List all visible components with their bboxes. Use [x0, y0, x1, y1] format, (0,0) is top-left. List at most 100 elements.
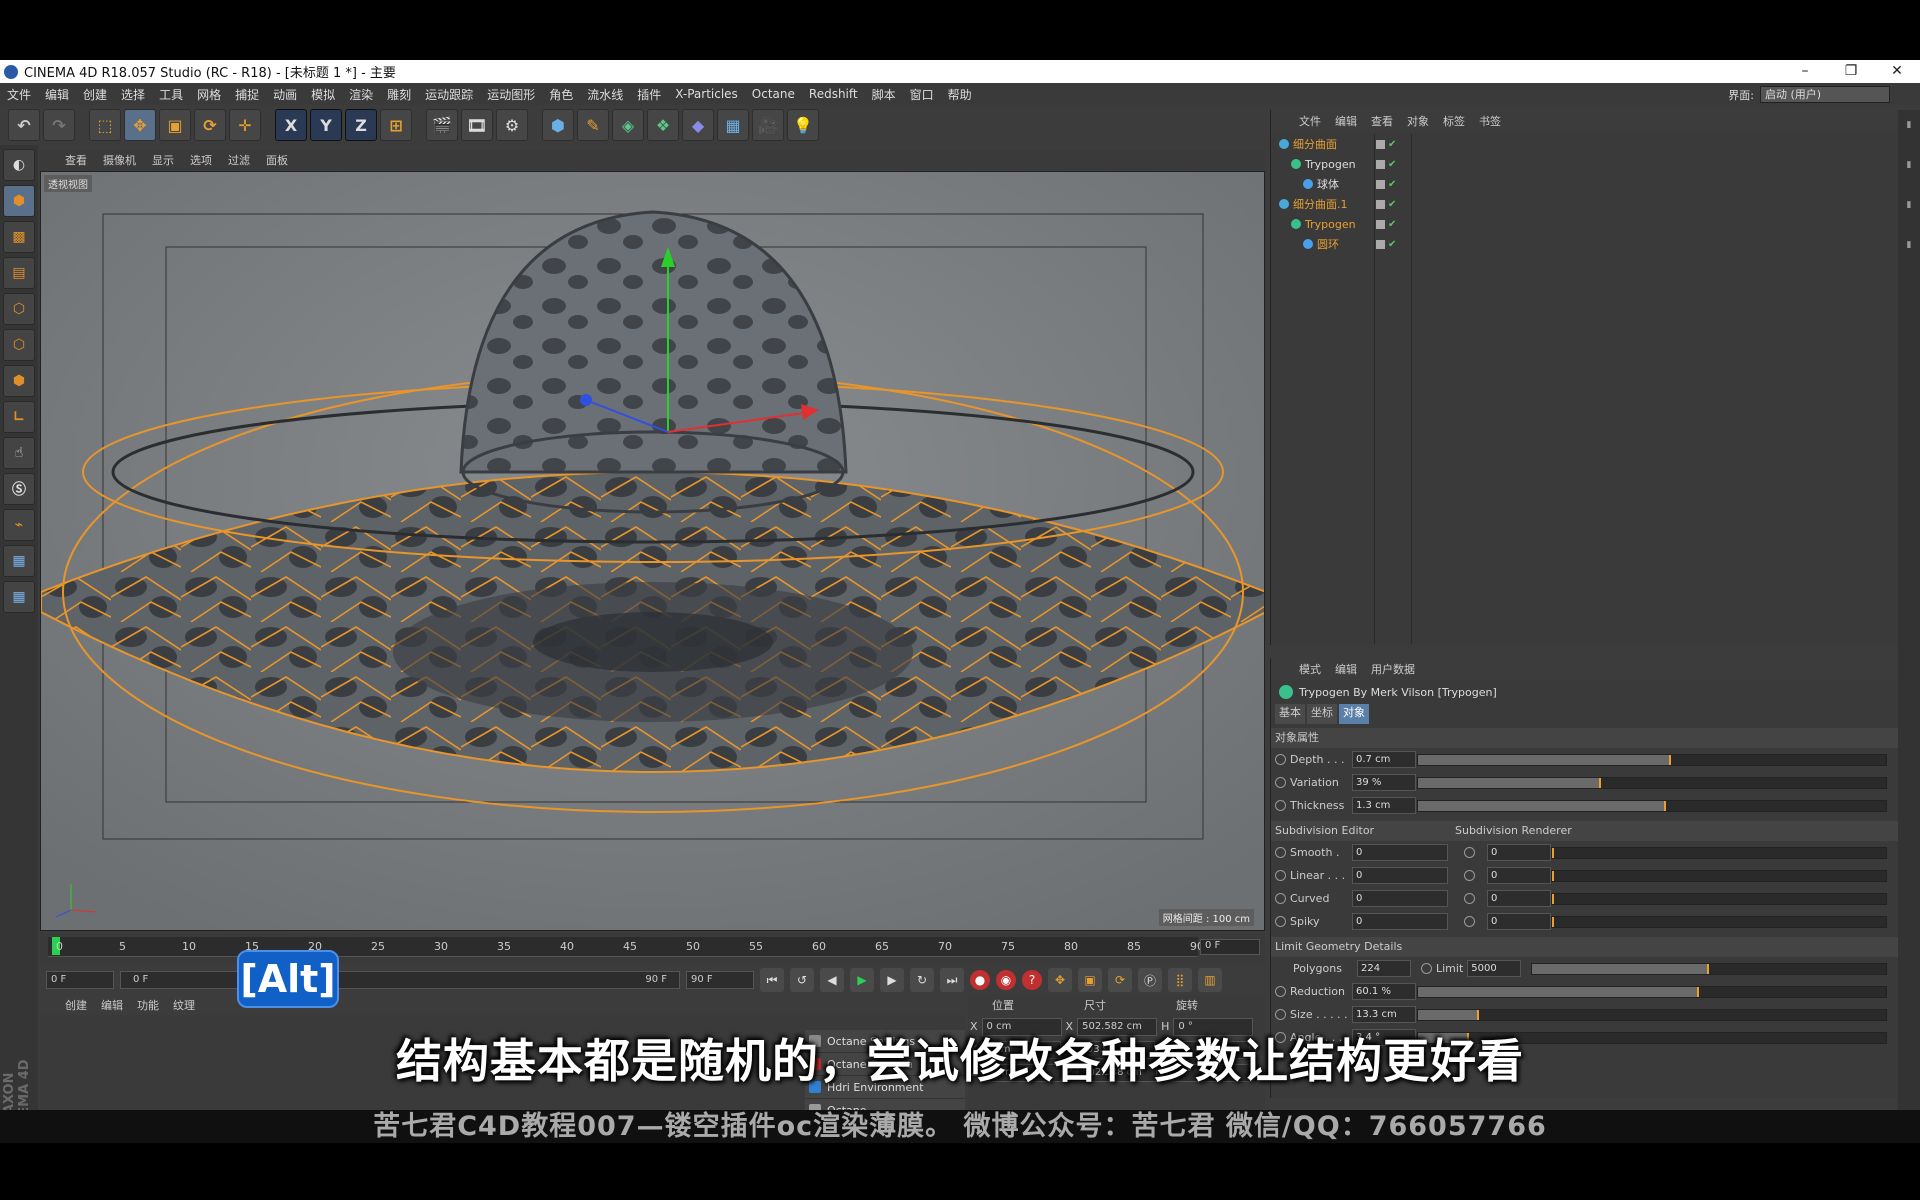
param-slider[interactable] — [1417, 799, 1887, 812]
object-row[interactable]: 圆环 ✔ — [1271, 234, 1899, 254]
subdivision-editor-field[interactable]: 0 — [1352, 913, 1448, 930]
edges-mode-icon[interactable]: ⬡ — [3, 329, 35, 361]
menu-item[interactable]: Octane — [745, 87, 802, 101]
param-radio[interactable] — [1275, 916, 1286, 927]
subdivision-slider[interactable] — [1551, 846, 1887, 859]
menu-item[interactable]: 动画 — [266, 86, 304, 103]
polygons-mode-icon[interactable]: ⬢ — [3, 365, 35, 397]
perspective-viewport[interactable]: 透视视图 网格间距 : 100 cm — [40, 171, 1265, 931]
subdivision-editor-field[interactable]: 0 — [1352, 844, 1448, 861]
menu-item[interactable]: 文件 — [0, 86, 38, 103]
attribute-tab[interactable]: 基本 — [1275, 704, 1305, 724]
visibility-icon[interactable] — [1376, 139, 1385, 149]
material-menu-item[interactable]: 编辑 — [101, 997, 123, 1013]
key-pla-icon[interactable]: ⣿ — [1168, 968, 1192, 992]
viewport-menu-item[interactable]: 摄像机 — [103, 152, 136, 168]
object-menu-item[interactable]: 查看 — [1371, 113, 1393, 129]
range-slider[interactable]: 0 F 90 F — [120, 971, 680, 989]
prev-frame-icon[interactable]: ◀ — [820, 968, 844, 992]
layout-dropdown[interactable]: 启动 (用户) — [1760, 86, 1890, 103]
viewport-menu-item[interactable]: 查看 — [65, 152, 87, 168]
visibility-icon[interactable] — [1376, 179, 1385, 189]
workplane-icon[interactable]: ▤ — [3, 257, 35, 289]
material-menu-item[interactable]: 纹理 — [173, 997, 195, 1013]
points-mode-icon[interactable]: ⬡ — [3, 293, 35, 325]
subdivision-renderer-field[interactable]: 0 — [1487, 867, 1551, 884]
tweak-mode-icon[interactable]: ☝ — [3, 437, 35, 469]
attribute-menu-item[interactable]: 模式 — [1299, 661, 1321, 677]
go-start-icon[interactable]: ⏮ — [760, 968, 784, 992]
planar-workplane-icon[interactable]: ▦ — [3, 581, 35, 613]
viewport-menu-item[interactable]: 面板 — [266, 152, 288, 168]
limit-field[interactable]: 5000 — [1467, 960, 1522, 977]
prev-key-icon[interactable]: ↺ — [790, 968, 814, 992]
solo-icon[interactable]: Ⓢ — [3, 473, 35, 505]
object-row[interactable]: Trypogen ✔ — [1271, 154, 1899, 174]
redo-icon[interactable]: ↷ — [43, 109, 75, 141]
camera-icon[interactable]: 🎥 — [752, 109, 784, 141]
minimize-button[interactable]: – — [1782, 60, 1828, 83]
subdivision-slider[interactable] — [1551, 869, 1887, 882]
material-menu-item[interactable]: 功能 — [137, 997, 159, 1013]
pen-icon[interactable]: ✎ — [577, 109, 609, 141]
subdivision-editor-field[interactable]: 0 — [1352, 890, 1448, 907]
key-position-icon[interactable]: ✥ — [1048, 968, 1072, 992]
param-radio[interactable] — [1275, 1009, 1286, 1020]
side-tab[interactable]: ▮ — [1907, 160, 1912, 170]
record-icon[interactable]: ● — [970, 970, 990, 990]
menu-item[interactable]: 编辑 — [38, 86, 76, 103]
enabled-check-icon[interactable]: ✔ — [1388, 239, 1396, 250]
menu-item[interactable]: 网格 — [190, 86, 228, 103]
visibility-icon[interactable] — [1376, 219, 1385, 229]
move-last-tool-icon[interactable]: ✛ — [229, 109, 261, 141]
select-tool-icon[interactable]: ⬚ — [89, 109, 121, 141]
attribute-tab[interactable]: 对象 — [1339, 704, 1369, 724]
object-tree[interactable]: 细分曲面 ✔ Trypogen ✔ 球体 ✔ 细分曲面.1 ✔ Trypogen ✔ 圆环 ✔ — [1271, 134, 1899, 644]
undo-icon[interactable]: ↶ — [8, 109, 40, 141]
cube-icon[interactable]: ⬢ — [542, 109, 574, 141]
param-field[interactable]: 1.3 cm — [1352, 797, 1416, 814]
menu-item[interactable]: 角色 — [542, 86, 580, 103]
menu-item[interactable]: X-Particles — [668, 87, 745, 101]
material-menu-item[interactable]: 创建 — [65, 997, 87, 1013]
key-param-icon[interactable]: Ⓟ — [1138, 968, 1162, 992]
attribute-tab[interactable]: 坐标 — [1307, 704, 1337, 724]
param-radio[interactable] — [1275, 893, 1286, 904]
menu-item[interactable]: Redshift — [802, 87, 865, 101]
object-menu-item[interactable]: 编辑 — [1335, 113, 1357, 129]
viewport-menu-item[interactable]: 显示 — [152, 152, 174, 168]
menu-item[interactable]: 插件 — [630, 86, 668, 103]
side-tab[interactable]: ▮ — [1907, 240, 1912, 250]
model-mode-icon[interactable]: ⬢ — [3, 185, 35, 217]
axis-x-button[interactable]: X — [275, 109, 307, 141]
snap-icon[interactable]: ⌁ — [3, 509, 35, 541]
make-editable-icon[interactable]: ◐ — [3, 149, 35, 181]
param-radio[interactable] — [1275, 754, 1286, 765]
attribute-menu-item[interactable]: 编辑 — [1335, 661, 1357, 677]
visibility-icon[interactable] — [1376, 239, 1385, 249]
subdivision-surface-icon[interactable]: ◈ — [612, 109, 644, 141]
menu-item[interactable]: 窗口 — [903, 86, 941, 103]
keyframe-selection-icon[interactable]: ? — [1022, 970, 1042, 990]
menu-item[interactable]: 创建 — [76, 86, 114, 103]
floor-icon[interactable]: ▦ — [717, 109, 749, 141]
param-radio[interactable] — [1464, 893, 1475, 904]
close-button[interactable]: ✕ — [1874, 60, 1920, 83]
subdivision-editor-field[interactable]: 0 — [1352, 867, 1448, 884]
param-field[interactable]: 39 % — [1352, 774, 1416, 791]
menu-item[interactable]: 雕刻 — [380, 86, 418, 103]
side-tab[interactable]: ▮ — [1907, 200, 1912, 210]
enabled-check-icon[interactable]: ✔ — [1388, 159, 1396, 170]
menu-item[interactable]: 模拟 — [304, 86, 342, 103]
autokey-icon[interactable]: ◉ — [996, 970, 1016, 990]
subdivision-renderer-field[interactable]: 0 — [1487, 913, 1551, 930]
subdivision-renderer-field[interactable]: 0 — [1487, 890, 1551, 907]
visibility-icon[interactable] — [1376, 199, 1385, 209]
texture-mode-icon[interactable]: ▩ — [3, 221, 35, 253]
subdivision-slider[interactable] — [1551, 915, 1887, 928]
render-picture-viewer-icon[interactable]: 🎞 — [461, 109, 493, 141]
param-radio[interactable] — [1275, 986, 1286, 997]
limit-radio[interactable] — [1421, 963, 1432, 974]
param-radio[interactable] — [1275, 777, 1286, 788]
timeline-window-icon[interactable]: ▥ — [1198, 968, 1222, 992]
